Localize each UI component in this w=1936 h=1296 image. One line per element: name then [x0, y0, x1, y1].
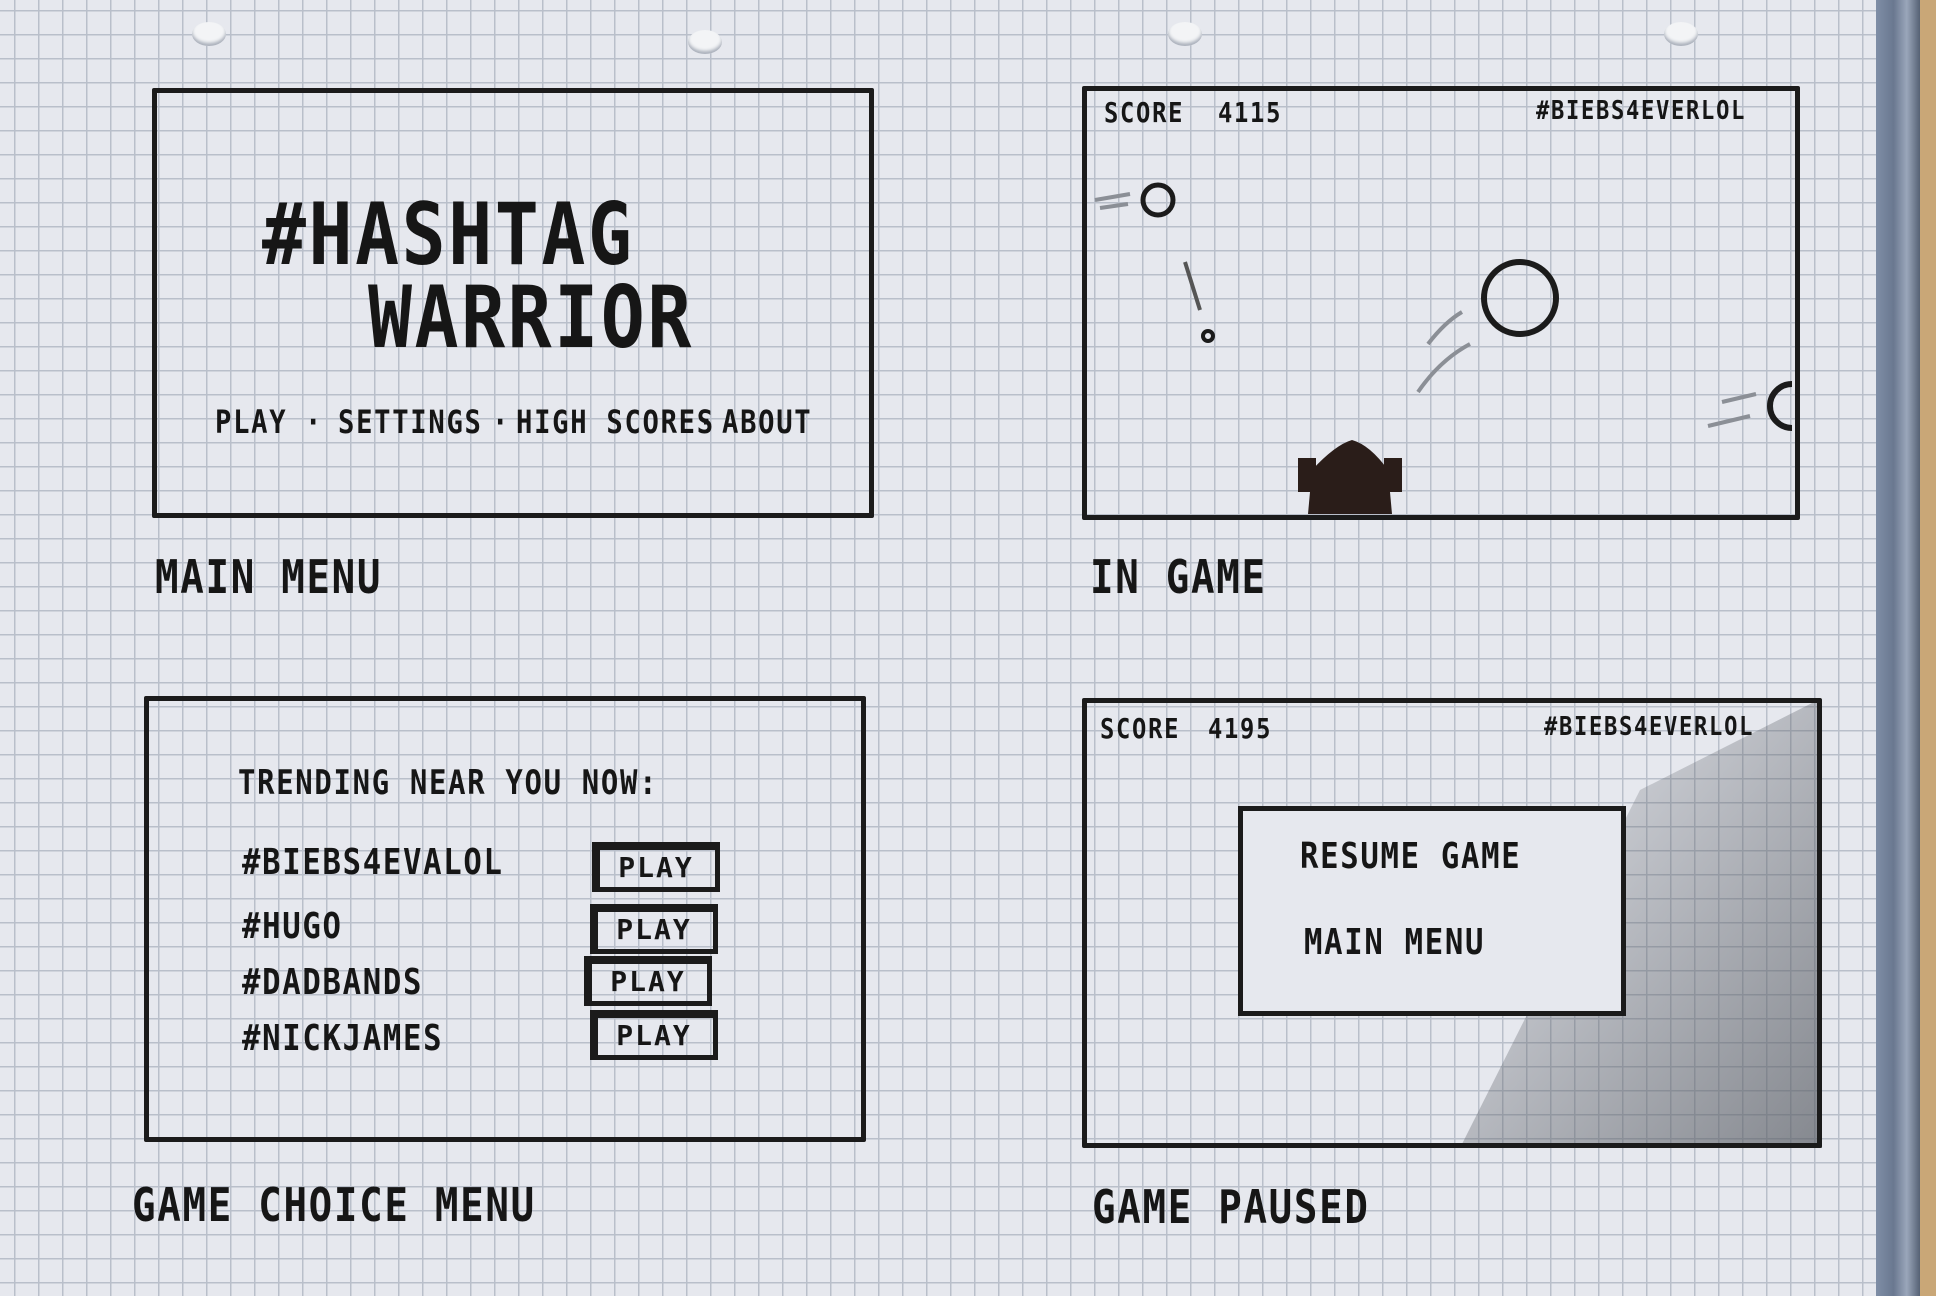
half-bubble-icon [1767, 381, 1793, 431]
player-ship-icon [1298, 440, 1402, 514]
play-button[interactable]: PLAY [592, 842, 720, 892]
small-bubble-icon [1140, 182, 1176, 218]
motion-lines-icon [1416, 310, 1471, 394]
game-choice-caption: GAME CHOICE MENU [132, 1178, 536, 1232]
paused-score-value: 4195 [1208, 712, 1273, 745]
large-bubble-icon [1481, 259, 1559, 337]
in-game-caption: IN GAME [1090, 550, 1267, 604]
trending-tag: #NICKJAMES [242, 1018, 444, 1059]
resume-game-button[interactable]: RESUME GAME [1300, 836, 1521, 877]
paused-score-label: SCORE [1100, 712, 1181, 745]
game-paused-caption: GAME PAUSED [1092, 1180, 1370, 1234]
trending-heading: TRENDING NEAR YOU NOW: [238, 763, 659, 803]
motion-lines-icon [1707, 392, 1757, 428]
play-button[interactable]: PLAY [590, 1010, 718, 1060]
main-menu-button[interactable]: MAIN MENU [1304, 922, 1485, 963]
tiny-bullet-icon [1201, 329, 1215, 343]
play-button[interactable]: PLAY [590, 904, 718, 954]
play-button[interactable]: PLAY [584, 956, 712, 1006]
trending-tag: #DADBANDS [242, 962, 424, 1003]
trajectory-line-icon [1183, 261, 1202, 311]
trending-tag: #HUGO [242, 906, 343, 947]
motion-lines-icon [1094, 192, 1131, 210]
trending-tag: #BIEBS4EVALOL [242, 842, 504, 883]
paused-hashtag: #BIEBS4EVERLOL [1544, 712, 1755, 742]
